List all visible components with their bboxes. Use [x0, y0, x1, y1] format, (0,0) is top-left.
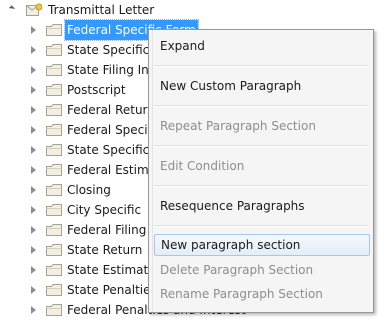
- folder-icon: [46, 283, 62, 297]
- tree-root-label: Transmittal Letter: [48, 3, 155, 17]
- collapse-arrow-icon[interactable]: [8, 5, 16, 12]
- menu-separator: [154, 225, 368, 227]
- expand-arrow-icon[interactable]: [31, 46, 36, 54]
- menu-item-delete-paragraph-section[interactable]: Delete Paragraph Section: [154, 259, 370, 281]
- expand-arrow-icon[interactable]: [31, 306, 36, 314]
- expand-arrow-icon[interactable]: [31, 266, 36, 274]
- folder-icon: [46, 143, 62, 157]
- expand-arrow-icon[interactable]: [31, 226, 36, 234]
- transmittal-letter-icon: [26, 3, 43, 17]
- expand-arrow-icon[interactable]: [31, 186, 36, 194]
- menu-separator: [154, 185, 368, 187]
- tree-item-label: Postscript: [67, 83, 126, 97]
- expand-arrow-icon[interactable]: [31, 146, 36, 154]
- menu-item-new-custom-paragraph[interactable]: New Custom Paragraph: [154, 75, 370, 97]
- expand-arrow-icon[interactable]: [31, 126, 36, 134]
- folder-icon: [46, 83, 62, 97]
- folder-icon: [46, 63, 62, 77]
- tree-root[interactable]: Transmittal Letter: [6, 0, 206, 20]
- folder-icon: [46, 43, 62, 57]
- expand-arrow-icon[interactable]: [31, 286, 36, 294]
- tree-item-label: Federal Filing: [67, 223, 147, 237]
- tree-item-label: State Return: [67, 243, 143, 257]
- tree-item-label: Closing: [67, 183, 111, 197]
- menu-separator: [154, 145, 368, 147]
- expand-arrow-icon[interactable]: [31, 246, 36, 254]
- folder-icon: [46, 243, 62, 257]
- tree-item-label: City Specific: [67, 203, 142, 217]
- expand-arrow-icon[interactable]: [31, 66, 36, 74]
- expand-arrow-icon[interactable]: [31, 106, 36, 114]
- menu-item-repeat-paragraph-section[interactable]: Repeat Paragraph Section: [154, 115, 370, 137]
- folder-icon: [46, 183, 62, 197]
- context-menu: Expand New Custom Paragraph Repeat Parag…: [148, 29, 374, 313]
- expand-arrow-icon[interactable]: [31, 26, 36, 34]
- folder-icon: [46, 103, 62, 117]
- menu-item-resequence-paragraphs[interactable]: Resequence Paragraphs: [154, 195, 370, 217]
- tree-item-label: State Specific: [67, 143, 150, 157]
- folder-icon: [46, 303, 62, 317]
- expand-arrow-icon[interactable]: [31, 206, 36, 214]
- expand-arrow-icon[interactable]: [31, 86, 36, 94]
- menu-gutter: [149, 30, 153, 312]
- menu-item-new-paragraph-section[interactable]: New paragraph section: [154, 234, 370, 256]
- folder-icon: [46, 163, 62, 177]
- folder-icon: [46, 263, 62, 277]
- menu-separator: [154, 105, 368, 107]
- menu-separator: [154, 65, 368, 67]
- tree-item-label: State Penalties: [67, 283, 157, 297]
- folder-icon: [46, 223, 62, 237]
- menu-item-edit-condition[interactable]: Edit Condition: [154, 155, 370, 177]
- expand-arrow-icon[interactable]: [31, 166, 36, 174]
- folder-icon: [46, 203, 62, 217]
- folder-icon: [46, 23, 62, 37]
- menu-item-expand[interactable]: Expand: [154, 35, 370, 57]
- folder-icon: [46, 123, 62, 137]
- menu-item-rename-paragraph-section[interactable]: Rename Paragraph Section: [154, 283, 370, 305]
